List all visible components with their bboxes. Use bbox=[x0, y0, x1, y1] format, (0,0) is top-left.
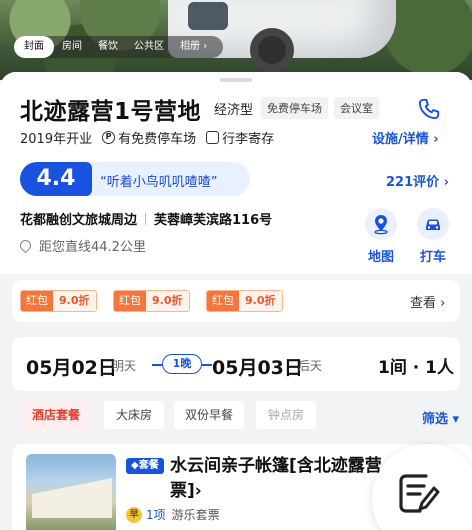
coupon-label: 红包 bbox=[21, 291, 53, 311]
coupon-item: 红包 9.0折 bbox=[113, 290, 190, 312]
sheet-drag-handle[interactable] bbox=[220, 78, 252, 82]
photo-category-tabs: 封面 房间 餐饮 公共区 相册 › bbox=[14, 36, 224, 58]
reviews-link[interactable]: 221评价 › bbox=[386, 171, 449, 190]
map-label: 地图 bbox=[367, 250, 394, 265]
checkin-date[interactable]: 05月02日 bbox=[26, 353, 117, 380]
hotel-grade: 经济型 bbox=[214, 102, 254, 118]
photo-tab-public[interactable]: 公共区 bbox=[126, 36, 172, 58]
hotel-name: 北迹露营1号营地 bbox=[20, 99, 202, 125]
checkout-date[interactable]: 05月03日 bbox=[212, 353, 303, 380]
edit-note-icon bbox=[399, 474, 440, 513]
opened-year: 2019年开业 bbox=[20, 132, 93, 147]
address-street: 芙蓉嶂芙滨路116号 bbox=[154, 213, 273, 228]
tag-meeting-room: 会议室 bbox=[334, 97, 380, 119]
coupon-label: 红包 bbox=[207, 291, 239, 311]
address-area: 花都融创文旅城周边 bbox=[20, 213, 138, 228]
benefit-count: 1项 bbox=[146, 508, 166, 522]
taxi-button[interactable]: 打车 bbox=[413, 208, 453, 265]
parking-icon: P bbox=[102, 131, 116, 144]
filter-screen-button[interactable]: 筛选 ▾ bbox=[422, 408, 459, 427]
tag-free-parking: 免费停车场 bbox=[261, 97, 329, 119]
location-pin-icon bbox=[17, 237, 34, 254]
photo-tab-dining[interactable]: 餐饮 bbox=[90, 36, 126, 58]
coupon-label: 红包 bbox=[114, 291, 146, 311]
distance-text: 距您直线44.2公里 bbox=[39, 240, 146, 255]
luggage-icon bbox=[206, 131, 220, 144]
room-benefits: 早 1项 游乐套票 bbox=[126, 506, 220, 523]
hero-trailer-window bbox=[188, 2, 228, 30]
filter-package[interactable]: 酒店套餐 bbox=[22, 401, 90, 429]
filter-king-bed[interactable]: 大床房 bbox=[104, 401, 164, 429]
hotel-tags: 经济型 免费停车场 会议室 bbox=[214, 97, 380, 119]
map-button[interactable]: 地图 bbox=[361, 208, 401, 265]
nights-line-left bbox=[152, 364, 162, 366]
coupon-value: 9.0折 bbox=[53, 291, 96, 311]
review-highlight: “听着小鸟叽叽喳喳” bbox=[100, 175, 218, 190]
phone-icon[interactable] bbox=[416, 96, 442, 122]
coupon-bar[interactable]: 红包 9.0折 红包 9.0折 红包 9.0折 查看 › bbox=[12, 280, 460, 322]
filter-double-breakfast[interactable]: 双份早餐 bbox=[174, 401, 244, 429]
room-photo-tent bbox=[32, 478, 112, 518]
hero-photo[interactable]: 封面 房间 餐饮 公共区 相册 › bbox=[0, 0, 472, 80]
chevron-right-icon: › bbox=[194, 481, 202, 501]
rating-score: 4.4 bbox=[20, 162, 92, 196]
photo-tab-album-label: 相册 bbox=[180, 41, 200, 52]
coupon-value: 9.0折 bbox=[239, 291, 282, 311]
nights-line-right bbox=[202, 364, 212, 366]
photo-tab-album[interactable]: 相册 › bbox=[172, 36, 215, 58]
nights-badge: 1晚 bbox=[162, 354, 202, 374]
date-selector[interactable]: 05月02日 明天 1晚 05月03日 后天 1间 · 1人 bbox=[12, 337, 460, 391]
taxi-label: 打车 bbox=[419, 250, 446, 265]
room-photo[interactable] bbox=[26, 454, 116, 530]
feature-luggage: 行李寄存 bbox=[222, 132, 275, 147]
coupon-item: 红包 9.0折 bbox=[206, 290, 283, 312]
distance-row: 距您直线44.2公里 bbox=[17, 236, 146, 255]
hotel-meta: 2019年开业 P 有免费停车场 行李寄存 bbox=[20, 128, 274, 147]
address-divider bbox=[145, 213, 147, 225]
checkout-day: 后天 bbox=[298, 359, 323, 373]
coupon-see-more[interactable]: 查看 › bbox=[410, 292, 445, 311]
hero-trailer-wheel bbox=[250, 28, 294, 72]
rooms-guests[interactable]: 1间 · 1人 bbox=[378, 353, 454, 378]
benefit-text: 游乐套票 bbox=[171, 508, 220, 522]
address[interactable]: 花都融创文旅城周边 芙蓉嶂芙滨路116号 bbox=[20, 209, 272, 228]
feature-parking: 有免费停车场 bbox=[118, 132, 197, 147]
chevron-right-icon: › bbox=[203, 41, 208, 52]
rating-pill[interactable]: 4.4 “听着小鸟叽叽喳喳” bbox=[20, 162, 250, 196]
coupon-value: 9.0折 bbox=[146, 291, 189, 311]
coupon-item: 红包 9.0折 bbox=[20, 290, 97, 312]
filter-hourly[interactable]: 钟点房 bbox=[256, 401, 316, 429]
map-icon bbox=[365, 208, 397, 240]
checkin-day: 明天 bbox=[112, 359, 137, 373]
facilities-details-link[interactable]: 设施/详情 › bbox=[372, 128, 439, 147]
breakfast-icon: 早 bbox=[126, 506, 142, 523]
package-badge: ◆套餐 bbox=[126, 458, 164, 474]
car-icon bbox=[417, 208, 449, 240]
photo-tab-rooms[interactable]: 房间 bbox=[54, 36, 90, 58]
room-filters: 酒店套餐 大床房 双份早餐 钟点房 筛选 ▾ bbox=[0, 399, 472, 433]
photo-tab-cover[interactable]: 封面 bbox=[14, 36, 54, 58]
